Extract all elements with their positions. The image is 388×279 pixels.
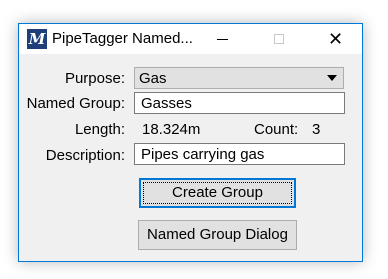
title-bar[interactable]: M PipeTagger Named... ✕ <box>19 24 362 54</box>
pipetagger-dialog: M PipeTagger Named... ✕ Purpose: Gas Nam… <box>18 23 363 262</box>
chevron-down-icon <box>327 75 337 81</box>
minimize-button[interactable] <box>199 24 246 54</box>
named-group-label: Named Group: <box>26 95 125 112</box>
maximize-button[interactable] <box>255 24 302 54</box>
create-group-button[interactable]: Create Group <box>139 178 296 208</box>
window-title: PipeTagger Named... <box>52 30 193 47</box>
purpose-dropdown[interactable]: Gas <box>134 67 344 89</box>
minimize-icon <box>217 38 228 40</box>
length-label: Length: <box>74 121 125 138</box>
named-group-input[interactable]: Gasses <box>134 92 345 114</box>
purpose-selected-value: Gas <box>139 70 167 87</box>
named-group-dialog-label: Named Group Dialog <box>147 226 288 243</box>
maximize-icon <box>273 34 284 44</box>
description-input[interactable]: Pipes carrying gas <box>134 143 345 165</box>
count-value: 3 <box>312 121 321 138</box>
close-button[interactable]: ✕ <box>312 24 359 54</box>
count-label: Count: <box>254 121 299 138</box>
length-value: 18.324m <box>142 121 201 138</box>
named-group-dialog-button[interactable]: Named Group Dialog <box>138 220 297 250</box>
focus-ring <box>143 182 292 204</box>
description-label: Description: <box>45 147 125 164</box>
app-icon: M <box>27 29 47 49</box>
purpose-label: Purpose: <box>64 70 125 87</box>
close-icon: ✕ <box>327 29 344 49</box>
